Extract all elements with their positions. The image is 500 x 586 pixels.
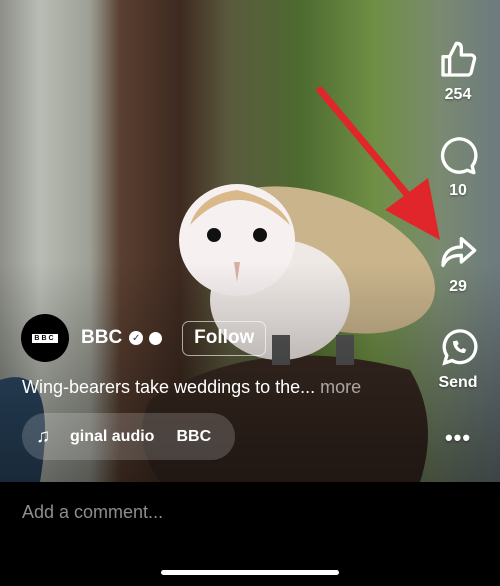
more-link[interactable]: more xyxy=(320,377,361,397)
music-note-icon: ♫ xyxy=(36,425,51,447)
avatar[interactable]: BBC xyxy=(21,314,69,362)
audio-title: ginal audio xyxy=(70,427,155,445)
account-name[interactable]: BBC xyxy=(81,327,122,349)
share-arrow-icon xyxy=(441,237,477,267)
follow-button[interactable]: Follow xyxy=(182,320,267,356)
like-button[interactable]: 254 xyxy=(434,40,482,104)
verified-badge-icon: ✓ xyxy=(129,331,144,345)
comment-button[interactable]: 10 xyxy=(434,136,482,200)
caption-text: Wing-bearers take weddings to the... xyxy=(22,377,316,397)
globe-icon xyxy=(149,331,163,345)
bbc-logo: BBC xyxy=(32,333,58,343)
send-button[interactable]: Send xyxy=(428,328,488,392)
caption[interactable]: Wing-bearers take weddings to the... mor… xyxy=(22,377,361,398)
comment-input[interactable]: Add a comment... xyxy=(22,502,163,523)
comment-count: 10 xyxy=(449,182,467,199)
home-indicator xyxy=(161,570,339,575)
share-button[interactable]: 29 xyxy=(434,232,482,296)
comment-bubble-icon xyxy=(440,137,478,175)
more-options-button[interactable]: ••• xyxy=(434,425,482,451)
audio-artist: BBC xyxy=(176,427,212,445)
comment-bar: Add a comment... xyxy=(0,482,500,586)
ellipsis-icon: ••• xyxy=(444,425,472,450)
thumbs-up-icon xyxy=(441,41,477,77)
whatsapp-icon xyxy=(442,329,478,366)
send-label: Send xyxy=(438,374,478,391)
audio-pill[interactable]: ♫ ginal audio BBC xyxy=(22,413,235,460)
reel-video[interactable]: 254 10 29 Send ••• BBC BBC ✓ Follow Wing… xyxy=(0,0,500,482)
like-count: 254 xyxy=(444,86,472,103)
share-count: 29 xyxy=(449,278,467,295)
annotation-arrow xyxy=(316,86,440,240)
account-row: BBC BBC ✓ Follow xyxy=(21,314,267,362)
